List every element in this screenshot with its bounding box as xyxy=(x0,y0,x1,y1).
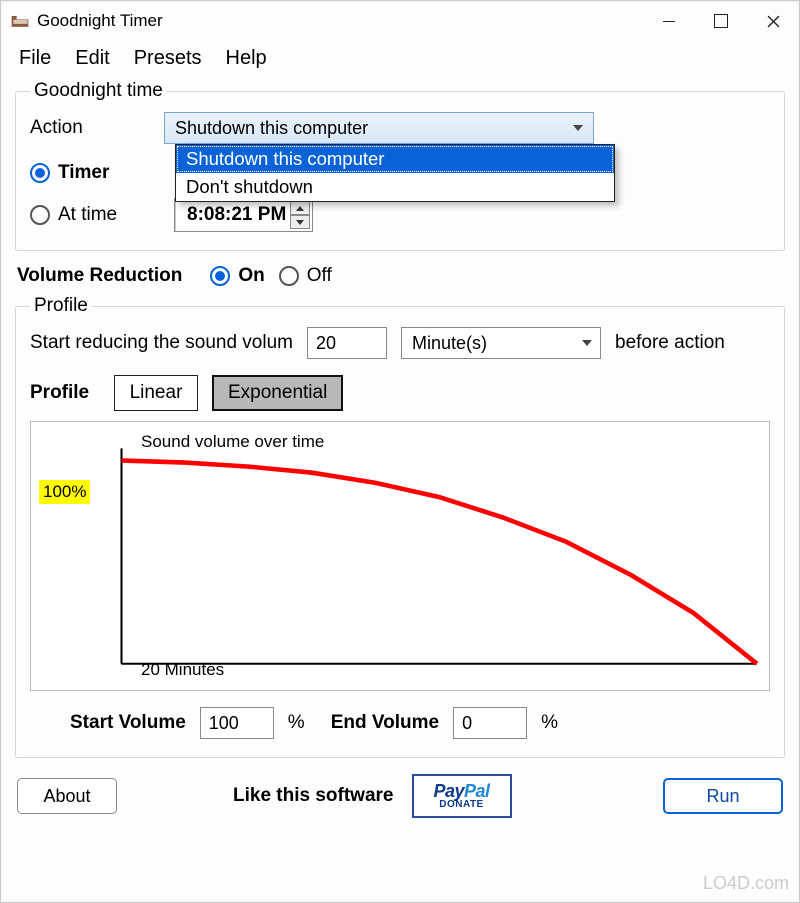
titlebar: Goodnight Timer xyxy=(1,1,799,41)
menu-presets[interactable]: Presets xyxy=(134,47,202,70)
action-label: Action xyxy=(30,117,150,139)
volred-off-label: Off xyxy=(307,265,332,287)
chart-svg xyxy=(39,428,761,682)
unit-select[interactable]: Minute(s) xyxy=(401,327,601,359)
donate-text: DONATE xyxy=(439,800,483,810)
volred-off-radio[interactable]: Off xyxy=(279,265,332,287)
unit-select-value: Minute(s) xyxy=(412,333,487,354)
watermark: LO4D.com xyxy=(703,873,789,894)
attime-radio[interactable]: At time xyxy=(30,204,160,226)
time-value: 8:08:21 PM xyxy=(187,204,286,226)
action-select-value: Shutdown this computer xyxy=(175,118,368,139)
chart-area: 100% Sound volume over time 20 Minutes xyxy=(30,421,770,691)
maximize-button[interactable] xyxy=(695,1,747,41)
menu-file[interactable]: File xyxy=(19,47,51,70)
exponential-button[interactable]: Exponential xyxy=(212,375,343,411)
goodnight-group: Goodnight time Action Shutdown this comp… xyxy=(15,80,785,251)
chart-title: Sound volume over time xyxy=(141,432,324,452)
attime-radio-label: At time xyxy=(58,204,117,226)
startvol-input[interactable] xyxy=(200,707,274,739)
time-spin-down[interactable] xyxy=(290,215,310,229)
footer-bar: About Like this software PayPal DONATE R… xyxy=(1,768,799,832)
volred-on-radio[interactable]: On xyxy=(210,265,264,287)
startvol-label: Start Volume xyxy=(70,712,186,734)
menu-help[interactable]: Help xyxy=(226,47,267,70)
volume-reduction-label: Volume Reduction xyxy=(17,265,182,287)
action-option-shutdown[interactable]: Shutdown this computer xyxy=(176,145,614,173)
menubar: File Edit Presets Help xyxy=(1,41,799,80)
startvol-pct: % xyxy=(288,712,305,734)
minimize-button[interactable] xyxy=(643,1,695,41)
window-title: Goodnight Timer xyxy=(37,11,163,31)
app-icon xyxy=(9,10,31,32)
menu-edit[interactable]: Edit xyxy=(75,47,109,70)
goodnight-legend: Goodnight time xyxy=(30,80,167,102)
profile-legend: Profile xyxy=(30,295,92,317)
profile-group: Profile Start reducing the sound volum M… xyxy=(15,295,785,758)
start-value-input[interactable] xyxy=(307,327,387,359)
endvol-label: End Volume xyxy=(331,712,439,734)
profile-label: Profile xyxy=(30,382,100,404)
paypal-donate-button[interactable]: PayPal DONATE xyxy=(412,774,512,818)
chart-ylabel-badge: 100% xyxy=(39,480,90,504)
timer-radio-label: Timer xyxy=(58,162,109,184)
before-action-label: before action xyxy=(615,332,725,354)
time-spinner[interactable]: 8:08:21 PM xyxy=(174,198,313,232)
linear-button[interactable]: Linear xyxy=(114,375,198,411)
action-dropdown[interactable]: Shutdown this computer Don't shutdown xyxy=(175,144,615,202)
like-label: Like this software xyxy=(233,785,394,807)
close-button[interactable] xyxy=(747,1,799,41)
action-option-dont[interactable]: Don't shutdown xyxy=(176,173,614,201)
timer-radio[interactable]: Timer xyxy=(30,162,109,184)
chevron-down-icon xyxy=(582,340,592,346)
endvol-pct: % xyxy=(541,712,558,734)
chevron-down-icon xyxy=(573,125,583,131)
volred-on-label: On xyxy=(238,265,264,287)
run-button[interactable]: Run xyxy=(663,778,783,814)
start-reducing-label: Start reducing the sound volum xyxy=(30,332,293,354)
endvol-input[interactable] xyxy=(453,707,527,739)
about-button[interactable]: About xyxy=(17,778,117,814)
chart-xlabel: 20 Minutes xyxy=(141,660,224,680)
time-spin-up[interactable] xyxy=(290,201,310,215)
action-select[interactable]: Shutdown this computer xyxy=(164,112,594,144)
